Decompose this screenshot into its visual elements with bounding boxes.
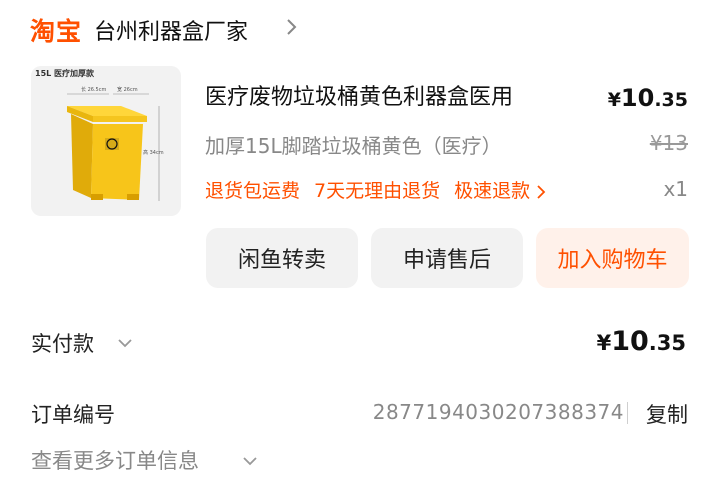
price-integer: 10 — [620, 84, 655, 112]
product-image[interactable]: 15L 医疗加厚款 长 26.5cm 宽 26cm 高 34cm — [31, 66, 181, 216]
service-tags[interactable]: 退货包运费 7天无理由退货 极速退款 — [205, 176, 548, 203]
dim-height: 高 34cm — [143, 149, 164, 156]
price-decimal: .35 — [654, 89, 688, 111]
thumb-label: 15L 医疗加厚款 — [35, 68, 95, 78]
order-number: 2877194030207388374 — [372, 400, 624, 424]
chevron-right-icon — [537, 184, 546, 199]
paid-integer: 10 — [611, 326, 649, 357]
paid-decimal: .35 — [648, 331, 686, 355]
quantity: x1 — [663, 177, 688, 201]
more-order-info-link[interactable]: 查看更多订单信息 — [31, 445, 199, 475]
service-tag: 极速退款 — [454, 180, 531, 202]
shop-name[interactable]: 台州利器盒厂家 — [94, 14, 248, 46]
chevron-right-icon[interactable] — [282, 15, 302, 39]
after-sale-button[interactable]: 申请售后 — [371, 228, 523, 288]
taobao-logo[interactable]: 淘宝 — [30, 12, 82, 48]
chevron-down-icon[interactable] — [116, 333, 134, 353]
service-tag: 7天无理由退货 — [314, 180, 441, 202]
paid-amount: ¥10.35 — [597, 326, 686, 357]
original-price: ¥13 — [649, 131, 688, 155]
resell-button[interactable]: 闲鱼转卖 — [206, 228, 358, 288]
service-tag: 退货包运费 — [205, 180, 301, 202]
product-price: ¥10.35 — [608, 84, 688, 112]
chevron-down-icon[interactable] — [240, 451, 260, 471]
dim-width: 长 26.5cm — [81, 86, 106, 93]
product-sku: 加厚15L脚踏垃圾桶黄色（医疗） — [205, 134, 502, 158]
copy-button[interactable]: 复制 — [646, 399, 688, 429]
paid-symbol: ¥ — [596, 331, 612, 355]
product-title[interactable]: 医疗废物垃圾桶黄色利器盒医用 — [205, 79, 513, 111]
divider — [627, 402, 628, 424]
dim-depth: 宽 26cm — [117, 86, 138, 93]
add-to-cart-button[interactable]: 加入购物车 — [536, 228, 689, 288]
price-symbol: ¥ — [607, 89, 621, 111]
paid-label[interactable]: 实付款 — [31, 328, 94, 358]
yellow-bin-illustration: 15L 医疗加厚款 长 26.5cm 宽 26cm 高 34cm — [35, 68, 164, 201]
order-number-label: 订单编号 — [31, 403, 115, 427]
